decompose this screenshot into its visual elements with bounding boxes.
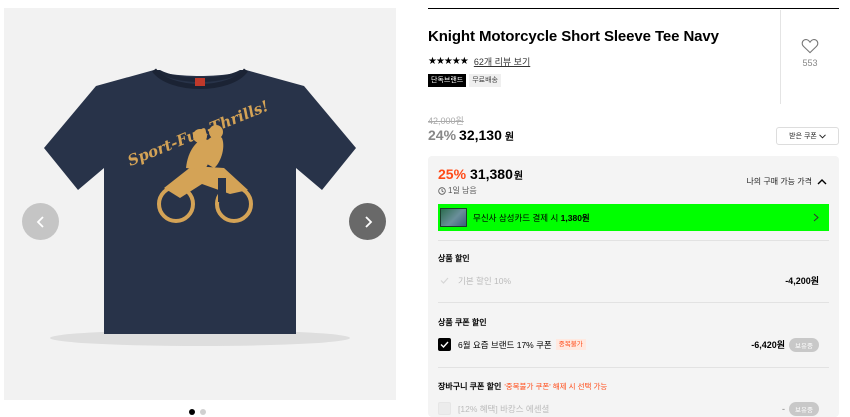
exclusive-brand-badge: 단독브랜드: [428, 74, 467, 87]
like-divider: [780, 10, 781, 104]
chevron-right-icon: [813, 213, 819, 222]
best-price-row: 25% 31,380 원: [438, 166, 523, 182]
card-promo-label: 무신사 삼성카드 결제 시: [473, 212, 561, 223]
product-coupon-amount-group: -6,420원 보유중: [751, 337, 819, 352]
chevron-up-icon: [817, 179, 827, 185]
like-count: 553: [802, 58, 818, 68]
sale-price-row: 24% 32,130 원: [428, 127, 514, 143]
gallery-dot-2[interactable]: [200, 409, 206, 415]
top-divider: [428, 8, 839, 9]
heart-icon: [801, 39, 819, 54]
product-image: Sport-Fun-Thrills!: [4, 8, 396, 400]
product-badges: 단독브랜드 무료배송: [428, 74, 501, 87]
cart-coupon-amount-group: - 보유중: [782, 401, 819, 416]
time-remaining: 1일 남음: [438, 185, 477, 196]
product-coupon-row[interactable]: 6월 요즘 브랜드 17% 쿠폰 중복불가 -6,420원 보유중: [438, 337, 829, 352]
gallery-pagination-dots: [189, 409, 206, 415]
time-remaining-label: 1일 남음: [448, 186, 477, 195]
chevron-down-icon: [819, 133, 826, 139]
basic-discount-amount: -4,200원: [785, 276, 819, 286]
sale-price: 32,130: [459, 127, 502, 143]
owned-pill: 보유중: [789, 337, 819, 352]
product-image-gallery[interactable]: Sport-Fun-Thrills!: [4, 8, 396, 400]
sale-discount-percent: 24%: [428, 127, 457, 143]
basic-discount-row: 기본 할인 10% -4,200원: [438, 274, 829, 287]
clock-icon: [438, 186, 446, 195]
cart-coupon-amount: -: [782, 403, 786, 414]
cart-coupon-note: '중복불가 쿠폰' 해제 시 선택 가능: [504, 382, 608, 391]
received-coupon-button[interactable]: 받은 쿠폰: [776, 127, 839, 145]
cart-coupon-title: 장바구니 쿠폰 할인: [438, 382, 502, 391]
free-shipping-badge: 무료배송: [469, 74, 501, 87]
cart-coupon-title-row: 장바구니 쿠폰 할인 '중복불가 쿠폰' 해제 시 선택 가능: [438, 381, 607, 392]
product-coupon-title: 상품 쿠폰 할인: [438, 318, 487, 327]
original-price: 42,000원: [428, 116, 464, 126]
cart-coupon-row[interactable]: [12% 혜택] 바캉스 에센셜 - 보유중: [438, 401, 829, 416]
gallery-dot-1[interactable]: [189, 409, 195, 415]
no-duplicate-badge: 중복불가: [555, 339, 586, 350]
best-price: 31,380: [470, 166, 513, 182]
card-promo-banner[interactable]: 무신사 삼성카드 결제 시 1,380원: [438, 204, 829, 231]
basic-discount-checkbox: [438, 274, 451, 287]
star-rating-icon: ★★★★★: [428, 56, 469, 67]
chevron-left-icon: [36, 215, 44, 228]
review-link[interactable]: 62개 리뷰 보기: [474, 55, 530, 68]
card-image: [440, 208, 467, 227]
check-icon: [440, 341, 449, 348]
best-price-panel: 25% 31,380 원 1일 남음 나의 구매 가능 가격 무신사 삼성카드 결…: [428, 156, 839, 417]
sale-price-unit: 원: [504, 132, 515, 143]
card-promo-amount: 1,380원: [560, 212, 590, 223]
check-icon: [440, 277, 449, 284]
section-divider: [438, 302, 829, 303]
product-coupon-checkbox[interactable]: [438, 338, 451, 351]
card-promo-text: 무신사 삼성카드 결제 시 1,380원: [473, 212, 590, 224]
section-divider: [438, 240, 829, 241]
product-coupon-label: 6월 요즘 브랜드 17% 쿠폰: [458, 339, 552, 350]
cart-coupon-checkbox[interactable]: [438, 402, 451, 415]
owned-pill: 보유중: [789, 401, 819, 416]
best-price-unit: 원: [513, 171, 524, 182]
chevron-right-icon: [364, 215, 372, 228]
received-coupon-label: 받은 쿠폰: [789, 133, 817, 140]
previous-image-button[interactable]: [22, 203, 59, 240]
next-image-button[interactable]: [349, 203, 386, 240]
best-discount-percent: 25%: [438, 166, 467, 182]
product-title: Knight Motorcycle Short Sleeve Tee Navy: [428, 28, 719, 45]
my-price-label: 나의 구매 가능 가격: [746, 177, 812, 186]
my-price-toggle[interactable]: 나의 구매 가능 가격: [746, 176, 827, 187]
basic-discount-label: 기본 할인 10%: [458, 275, 512, 286]
cart-coupon-label: [12% 혜택] 바캉스 에센셜: [458, 403, 550, 414]
like-button[interactable]: 553: [794, 38, 826, 68]
product-coupon-amount: -6,420원: [751, 340, 786, 350]
product-discount-title: 상품 할인: [438, 254, 470, 263]
section-divider: [438, 367, 829, 368]
rating-row: ★★★★★ 62개 리뷰 보기: [428, 55, 530, 68]
